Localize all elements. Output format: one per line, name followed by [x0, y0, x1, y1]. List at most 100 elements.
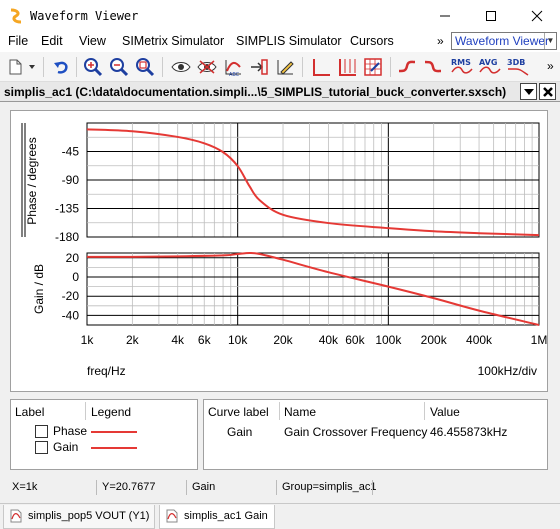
phase-legend-line [91, 431, 137, 433]
menu-overflow-chevron-icon[interactable]: » [437, 34, 444, 48]
add-curve-icon[interactable]: ABC [222, 56, 244, 78]
minimize-button[interactable] [422, 0, 468, 32]
tab-simplis-pop5[interactable]: simplis_pop5 VOUT (Y1) [3, 505, 155, 529]
phase-visible-checkbox[interactable] [35, 425, 48, 438]
tab-list-button[interactable] [520, 83, 537, 100]
status-curve: Gain [192, 481, 216, 493]
close-window-button[interactable] [514, 0, 560, 32]
avg-icon[interactable]: AVG [478, 56, 502, 78]
falling-edge-icon[interactable] [422, 56, 444, 78]
menu-simplis-simulator[interactable]: SIMPLIS Simulator [236, 34, 342, 48]
x-tick-label: 1M [531, 333, 547, 347]
plot-area[interactable]: -45 -90 -135 -180 20 0 -20 -40 1k 2k 4k 6k 10k 20k 40k… [10, 110, 548, 392]
show-icon[interactable] [170, 56, 192, 78]
chevron-down-icon [523, 88, 534, 95]
view-mode-select[interactable]: Waveform Viewer ▼ [451, 32, 557, 50]
info-header-value: Value [430, 405, 460, 419]
chevron-down-icon[interactable]: ▼ [544, 33, 556, 49]
grid-alt-icon[interactable] [336, 56, 358, 78]
legend-phase-label: Phase [53, 424, 88, 438]
measurement-value[interactable]: 46.455873kHz [430, 425, 507, 439]
menu-view[interactable]: View [79, 34, 106, 48]
legend-header-label: Label [15, 405, 45, 419]
gain-visible-checkbox[interactable] [35, 441, 48, 454]
x-axis-label: freq/Hz [87, 364, 126, 378]
legend-gain-label: Gain [53, 440, 79, 454]
edit-icon[interactable] [274, 56, 296, 78]
zoom-fit-icon[interactable] [134, 56, 156, 78]
close-tab-button[interactable] [539, 83, 556, 100]
x-tick-label: 10k [228, 333, 248, 347]
menu-edit[interactable]: Edit [41, 34, 63, 48]
3db-text: 3DB [507, 58, 525, 67]
phase-tick-label: -135 [55, 202, 79, 216]
new-page-icon[interactable] [4, 56, 26, 78]
x-tick-label: 40k [319, 333, 339, 347]
graph-page-icon [166, 509, 178, 523]
gain-tick-label: -20 [62, 289, 80, 303]
phase-tick-label: -45 [62, 145, 80, 159]
tab-simplis-ac1[interactable]: simplis_ac1 Gain [159, 505, 275, 529]
gain-axis-label: Gain / dB [32, 264, 46, 314]
grid-icon[interactable] [310, 56, 332, 78]
zoom-out-icon[interactable] [108, 56, 130, 78]
window-titlebar: Waveform Viewer [0, 0, 560, 32]
rising-edge-icon[interactable] [396, 56, 418, 78]
status-group: Group=simplis_ac1 [282, 481, 377, 493]
gain-tick-label: -40 [62, 308, 80, 322]
new-page-dropdown-icon[interactable] [26, 56, 38, 78]
gain-legend-line [91, 447, 137, 449]
info-header-curve-label: Curve label [208, 405, 269, 419]
grid-dots-icon[interactable] [362, 56, 384, 78]
document-tabbar: simplis_ac1 (C:\data\documentation.simpl… [0, 82, 560, 102]
window-title: Waveform Viewer [30, 9, 139, 23]
menu-file[interactable]: File [8, 34, 28, 48]
phase-tick-label: -180 [55, 230, 79, 244]
tab-label: simplis_pop5 VOUT (Y1) [28, 510, 150, 522]
tab-label: simplis_ac1 Gain [184, 510, 268, 522]
x-tick-label: 60k [345, 333, 365, 347]
info-header-name: Name [284, 405, 317, 419]
x-tick-label: 4k [171, 333, 185, 347]
svg-text:ABC: ABC [229, 72, 240, 77]
gain-tick-label: 0 [72, 270, 79, 284]
measurement-curve-label[interactable]: Gain [227, 425, 252, 439]
measurement-name[interactable]: Gain Crossover Frequency [284, 425, 427, 439]
legend-header-legend: Legend [91, 405, 132, 419]
phase-axis-label: Phase / degrees [25, 137, 39, 224]
measurement-panel: Curve label Name Value Gain Gain Crossov… [203, 399, 548, 470]
status-bar: X=1k Y=20.7677 Gain Group=simplis_ac1 [0, 477, 560, 498]
graph-tab-strip: simplis_pop5 VOUT (Y1) simplis_ac1 Gain [0, 503, 560, 529]
3db-icon[interactable]: 3DB [506, 56, 530, 78]
x-scale-note: 100kHz/div [478, 364, 537, 378]
status-y: Y=20.7677 [102, 481, 156, 493]
close-icon [542, 86, 553, 97]
x-tick-label: 1k [81, 333, 95, 347]
rms-text: RMS [451, 58, 471, 67]
toolbar-overflow-chevron-icon[interactable]: » [547, 59, 554, 73]
zoom-in-icon[interactable] [82, 56, 104, 78]
document-tab[interactable]: simplis_ac1 (C:\data\documentation.simpl… [4, 83, 518, 101]
bode-plot[interactable]: -45 -90 -135 -180 20 0 -20 -401k 2k 4k 6k 10k 20k 40k… [11, 111, 547, 391]
app-logo-icon [10, 8, 22, 24]
rms-icon[interactable]: RMS [450, 56, 474, 78]
new-axis-icon[interactable] [248, 56, 270, 78]
toolbar: ABC RMS AVG 3DB » [0, 52, 560, 82]
hide-icon[interactable] [196, 56, 218, 78]
x-tick-label: 20k [273, 333, 293, 347]
x-tick-label: 100k [375, 333, 402, 347]
x-tick-label: 400k [466, 333, 493, 347]
undo-icon[interactable] [50, 56, 72, 78]
x-tick-label: 2k [126, 333, 140, 347]
x-tick-label: 200k [421, 333, 448, 347]
status-x: X=1k [12, 481, 38, 493]
phase-tick-label: -90 [62, 173, 80, 187]
gain-graph-frame [86, 252, 540, 326]
maximize-button[interactable] [468, 0, 514, 32]
menu-simetrix-simulator[interactable]: SIMetrix Simulator [122, 34, 224, 48]
x-tick-label: 6k [198, 333, 212, 347]
view-mode-value: Waveform Viewer [455, 34, 550, 48]
graph-page-icon [10, 509, 22, 523]
legend-panel: Label Legend Phase Gain [10, 399, 198, 470]
menu-cursors[interactable]: Cursors [350, 34, 394, 48]
